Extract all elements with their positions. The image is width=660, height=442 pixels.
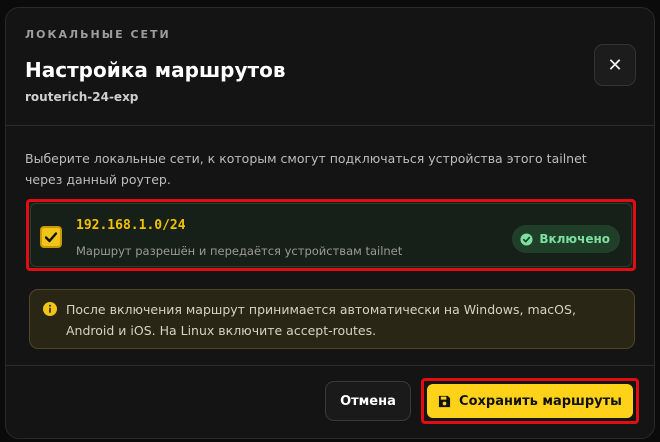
route-item-inner: 192.168.1.0/24 Маршрут разрешён и переда… xyxy=(30,203,632,267)
route-note: Маршрут разрешён и передаётся устройства… xyxy=(76,244,403,258)
route-subnet: 192.168.1.0/24 xyxy=(76,218,186,233)
device-name: routerich-24-exp xyxy=(25,90,139,104)
dialog-title: Настройка маршрутов xyxy=(25,58,286,82)
section-eyebrow: ЛОКАЛЬНЫЕ СЕТИ xyxy=(25,28,171,41)
save-button-highlight: Сохранить маршруты xyxy=(421,378,639,424)
check-icon xyxy=(44,232,58,243)
dialog-footer: Отмена Сохранить маршруты xyxy=(6,365,654,438)
route-item: 192.168.1.0/24 Маршрут разрешён и переда… xyxy=(26,199,636,271)
route-checkbox[interactable] xyxy=(40,226,62,248)
status-badge: Включено xyxy=(512,225,620,253)
info-icon xyxy=(43,302,57,316)
dialog-header: ЛОКАЛЬНЫЕ СЕТИ Настройка маршрутов route… xyxy=(6,8,654,126)
save-label: Сохранить маршруты xyxy=(459,393,622,409)
cancel-button[interactable]: Отмена xyxy=(325,381,411,421)
info-notice: После включения маршрут принимается авто… xyxy=(29,289,635,349)
save-routes-button[interactable]: Сохранить маршруты xyxy=(427,384,633,418)
check-circle-icon xyxy=(520,232,533,246)
close-button[interactable]: ✕ xyxy=(594,44,636,86)
status-label: Включено xyxy=(539,232,610,246)
info-text: После включения маршрут принимается авто… xyxy=(66,302,576,338)
floppy-disk-icon xyxy=(438,395,451,407)
close-icon: ✕ xyxy=(607,54,623,76)
dialog-body: Выберите локальные сети, к которым смогу… xyxy=(6,126,654,374)
route-settings-dialog: ЛОКАЛЬНЫЕ СЕТИ Настройка маршрутов route… xyxy=(5,7,655,439)
description-text: Выберите локальные сети, к которым смогу… xyxy=(25,151,587,187)
